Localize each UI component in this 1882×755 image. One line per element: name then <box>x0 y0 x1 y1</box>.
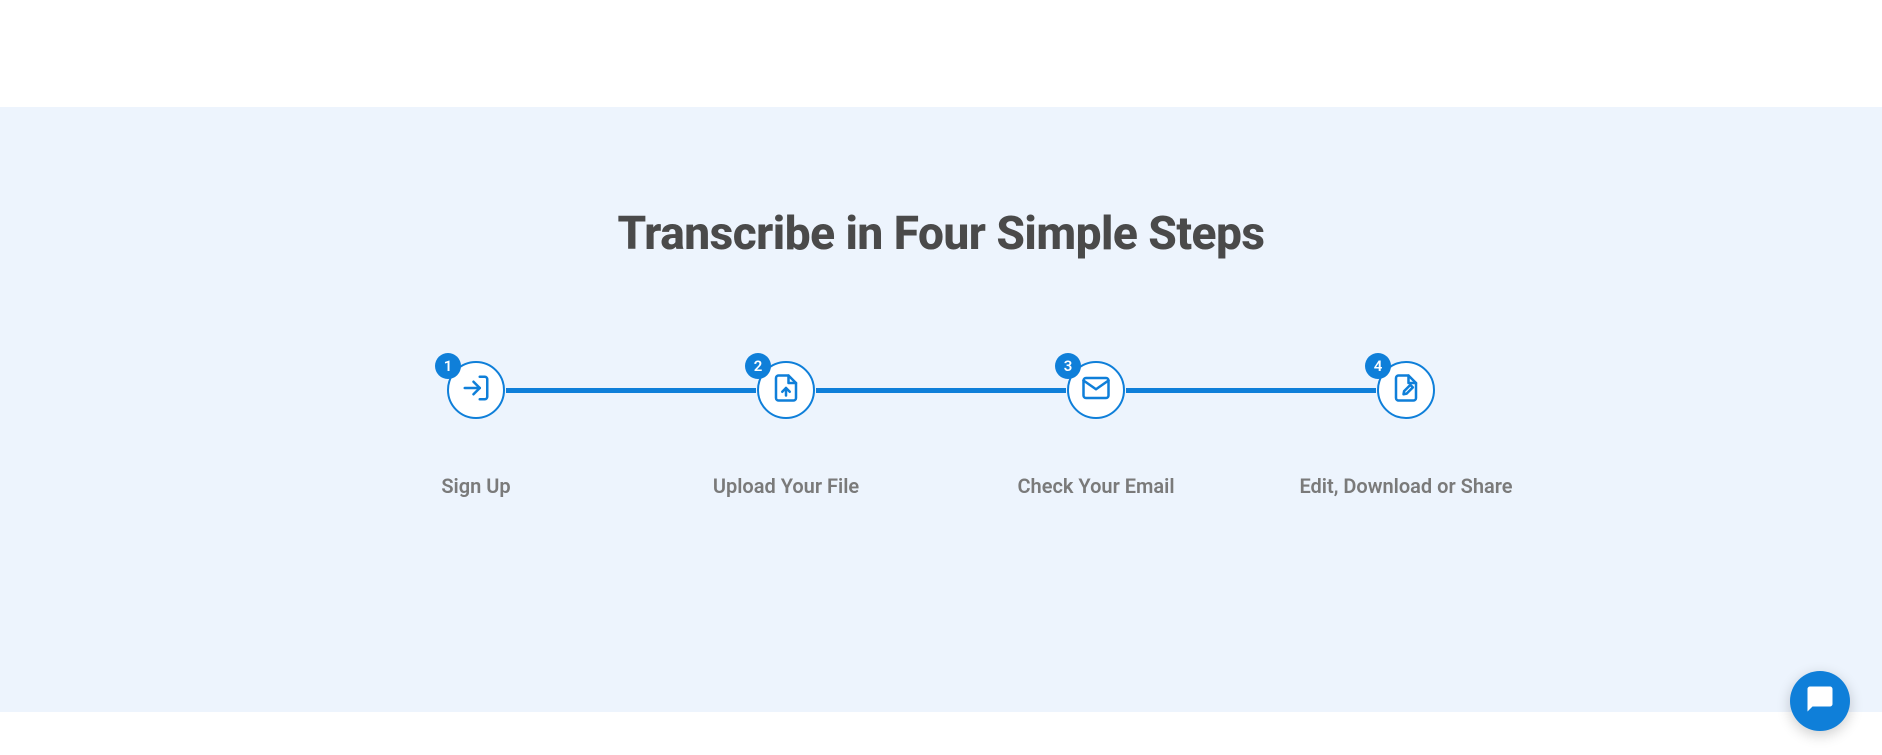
step-connector <box>1126 388 1376 393</box>
step-edit-download-share: 4 Edit, Download or Share <box>1251 361 1561 498</box>
step-connector <box>816 388 1066 393</box>
chat-icon <box>1805 684 1835 718</box>
step-number-badge: 4 <box>1365 353 1391 379</box>
step-icon-wrap: 1 <box>447 361 505 419</box>
edit-file-icon <box>1391 373 1421 407</box>
section-heading: Transcribe in Four Simple Steps <box>617 207 1264 261</box>
step-icon-wrap: 3 <box>1067 361 1125 419</box>
upload-file-icon <box>771 373 801 407</box>
email-icon <box>1081 373 1111 407</box>
step-icon-wrap: 2 <box>757 361 815 419</box>
step-label: Upload Your File <box>713 474 859 498</box>
step-check-email: 3 Check Your Email <box>941 361 1251 498</box>
step-upload-file: 2 Upload Your File <box>631 361 941 498</box>
steps-section: Transcribe in Four Simple Steps 1 Sign U… <box>0 107 1882 712</box>
step-number-badge: 1 <box>435 353 461 379</box>
step-label: Sign Up <box>441 474 510 498</box>
step-label: Check Your Email <box>1017 474 1174 498</box>
step-connector <box>506 388 756 393</box>
chat-widget-button[interactable] <box>1790 671 1850 731</box>
step-number-badge: 3 <box>1055 353 1081 379</box>
steps-row: 1 Sign Up 2 <box>0 361 1882 498</box>
step-sign-up: 1 Sign Up <box>321 361 631 498</box>
step-icon-wrap: 4 <box>1377 361 1435 419</box>
step-label: Edit, Download or Share <box>1299 474 1512 498</box>
step-number-badge: 2 <box>745 353 771 379</box>
login-icon <box>461 373 491 407</box>
